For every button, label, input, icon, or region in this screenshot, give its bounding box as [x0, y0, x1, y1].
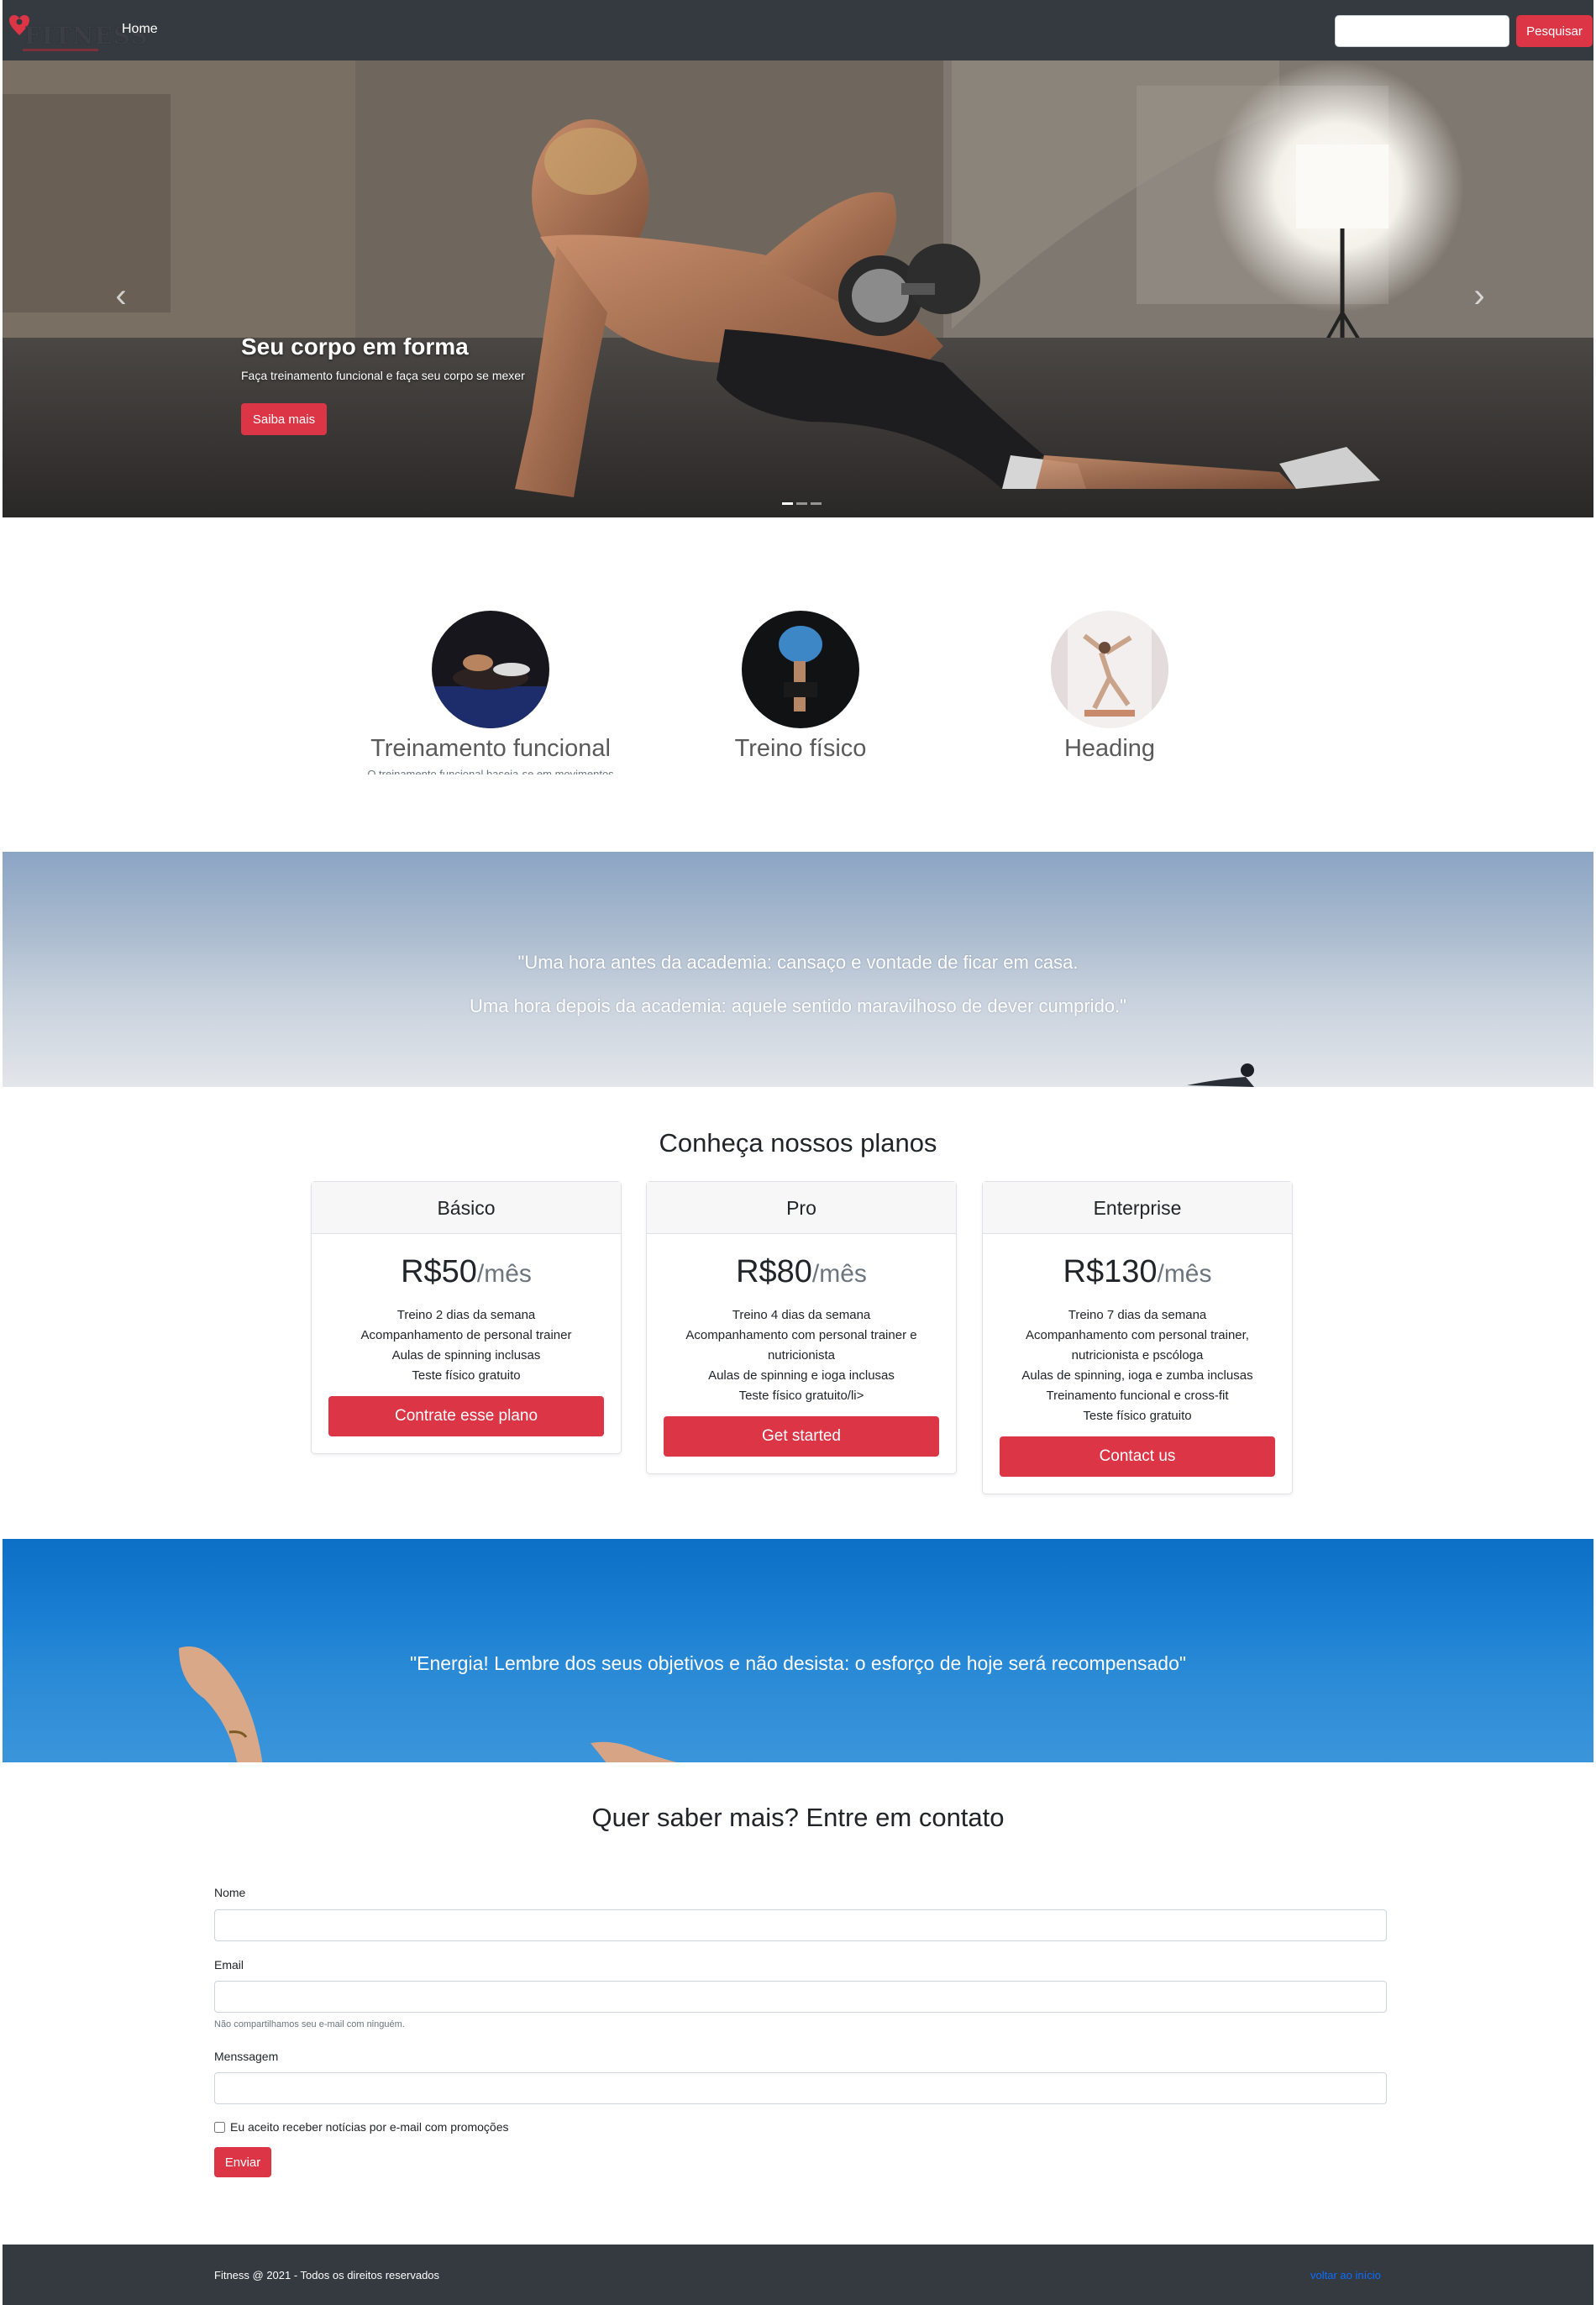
plan-features: Treino 7 dias da semana Acompanhamento c… — [983, 1305, 1292, 1426]
footer: Fitness @ 2021 - Todos os direitos reser… — [3, 2245, 1593, 2305]
plan-price: R$130/mês — [983, 1254, 1292, 1290]
plan-subscribe-button[interactable]: Contrate esse plano — [328, 1396, 604, 1436]
brand-logo[interactable]: FITNESS — [8, 8, 148, 52]
plan-feature: Teste físico gratuito — [412, 1368, 521, 1383]
feature-subtitle — [984, 768, 1236, 774]
foot-image — [179, 1646, 263, 1762]
navbar: FITNESS Home Pesquisar — [3, 0, 1593, 60]
plan-feature: Acompanhamento de personal trainer — [360, 1328, 572, 1342]
carousel-indicator[interactable] — [782, 502, 793, 505]
plan-features: Treino 4 dias da semana Acompanhamento c… — [647, 1305, 956, 1406]
search-button[interactable]: Pesquisar — [1516, 15, 1593, 47]
feature-title: Heading — [1063, 735, 1156, 762]
quote-line: "Uma hora antes da academia: cansaço e v… — [517, 952, 1079, 973]
plan-feature: Aulas de spinning inclusas — [391, 1348, 541, 1363]
plan-feature: Treinamento funcional e cross-fit — [1046, 1389, 1229, 1403]
feature-image — [1051, 611, 1168, 728]
plan-feature: Teste físico gratuito/li> — [738, 1389, 864, 1403]
plan-name: Enterprise — [983, 1182, 1292, 1234]
plan-subscribe-button[interactable]: Get started — [664, 1416, 939, 1457]
plan-feature: Treino 4 dias da semana — [732, 1308, 871, 1322]
plan-feature: Teste físico gratuito — [1083, 1409, 1192, 1423]
email-help-text: Não compartilhamos seu e-mail com ningué… — [214, 2019, 405, 2029]
quote-banner: "Uma hora antes da academia: cansaço e v… — [3, 852, 1593, 1087]
plan-price-value: R$130 — [1063, 1254, 1158, 1289]
name-label: Nome — [214, 1886, 246, 1899]
foot-image — [591, 1741, 677, 1762]
plan-price: R$50/mês — [312, 1254, 621, 1290]
nav-home-link[interactable]: Home — [122, 22, 158, 37]
feature-subtitle — [675, 768, 927, 774]
carousel-indicator[interactable] — [811, 502, 822, 505]
contact-title: Quer saber mais? Entre em contato — [591, 1803, 1005, 1832]
back-to-top-link[interactable]: voltar ao início — [1310, 2269, 1381, 2281]
plan-name: Pro — [647, 1182, 956, 1234]
plan-price-period: /mês — [811, 1260, 867, 1288]
plan-price-period: /mês — [476, 1260, 532, 1288]
hero-title: Seu corpo em forma — [241, 333, 469, 360]
newsletter-checkbox-row: Eu aceito receber notícias por e-mail co… — [214, 2120, 508, 2134]
hero-caption: Seu corpo em forma Faça treinamento func… — [241, 333, 525, 382]
hero-background-image — [3, 60, 1593, 517]
pricing-title: Conheça nossos planos — [659, 1128, 937, 1158]
plan-subscribe-button[interactable]: Contact us — [1000, 1436, 1275, 1477]
hero-text: Faça treinamento funcional e faça seu co… — [241, 369, 525, 382]
plan-feature: Treino 2 dias da semana — [396, 1308, 536, 1322]
plan-price: R$80/mês — [647, 1254, 956, 1290]
feature-title: Treinamento funcional — [370, 735, 611, 762]
plan-features: Treino 2 dias da semana Acompanhamento d… — [312, 1305, 621, 1386]
message-field[interactable] — [214, 2072, 1387, 2104]
submit-button[interactable]: Enviar — [214, 2147, 271, 2177]
hero-carousel: ‹ › Seu corpo em forma Faça treinamento … — [3, 60, 1593, 517]
carousel-next-icon[interactable]: › — [1462, 270, 1496, 321]
silhouette-image — [1187, 1063, 1254, 1087]
name-field[interactable] — [214, 1909, 1387, 1941]
plan-price-value: R$50 — [401, 1254, 477, 1289]
plan-price-value: R$80 — [736, 1254, 812, 1289]
email-label: Email — [214, 1958, 244, 1972]
plan-feature: Treino 7 dias da semana — [1068, 1308, 1207, 1322]
carousel-indicators — [782, 502, 822, 505]
pricing-card: Básico R$50/mês Treino 2 dias da semana … — [311, 1181, 622, 1454]
feature-column: Treino físico — [675, 611, 927, 774]
footer-copyright: Fitness @ 2021 - Todos os direitos reser… — [214, 2269, 440, 2281]
feature-subtitle: O treinamento funcional baseia-se em mov… — [367, 768, 614, 774]
feature-column: Treinamento funcional O treinamento func… — [365, 611, 617, 774]
plan-feature: Aulas de spinning e ioga inclusas — [708, 1368, 895, 1383]
plan-price-period: /mês — [1157, 1260, 1212, 1288]
brand-underline — [23, 49, 98, 51]
plan-name: Básico — [312, 1182, 621, 1234]
carousel-prev-icon[interactable]: ‹ — [104, 270, 138, 321]
message-label: Menssagem — [214, 2050, 279, 2063]
feature-title: Treino físico — [734, 735, 867, 762]
plan-feature: Acompanhamento com personal trainer e nu… — [685, 1328, 917, 1363]
newsletter-checkbox[interactable] — [214, 2121, 225, 2133]
motivation-banner: "Energia! Lembre dos seus objetivos e nã… — [3, 1539, 1593, 1762]
pricing-card: Pro R$80/mês Treino 4 dias da semana Aco… — [646, 1181, 957, 1474]
pricing-card: Enterprise R$130/mês Treino 7 dias da se… — [982, 1181, 1293, 1494]
feature-column: Heading — [984, 611, 1236, 774]
motivation-text: "Energia! Lembre dos seus objetivos e nã… — [409, 1652, 1187, 1674]
newsletter-checkbox-label[interactable]: Eu aceito receber notícias por e-mail co… — [230, 2120, 508, 2134]
hero-learn-more-button[interactable]: Saiba mais — [241, 403, 327, 435]
plan-feature: Acompanhamento com personal trainer, nut… — [1026, 1328, 1249, 1363]
quote-line: Uma hora depois da academia: aquele sent… — [470, 995, 1126, 1016]
carousel-indicator[interactable] — [796, 502, 807, 505]
quote-text: "Uma hora antes da academia: cansaço e v… — [3, 941, 1593, 1028]
feature-image — [742, 611, 859, 728]
email-field[interactable] — [214, 1981, 1387, 2013]
search-input[interactable] — [1335, 15, 1509, 47]
plan-feature: Aulas de spinning, ioga e zumba inclusas — [1021, 1368, 1253, 1383]
feature-image — [432, 611, 549, 728]
